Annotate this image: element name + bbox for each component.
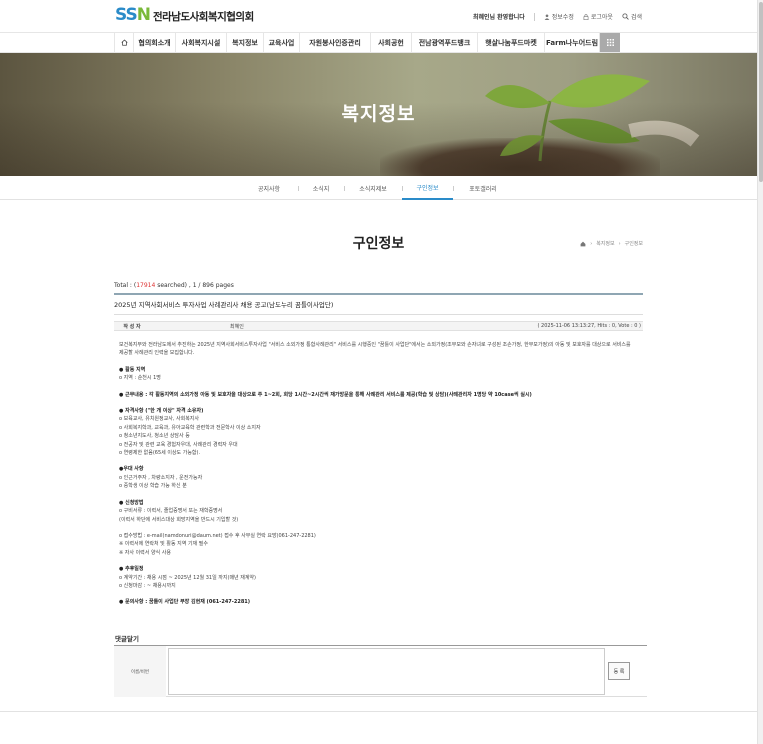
post-title: 2025년 지역사회서비스 투자사업 사례관리사 채용 공고(남도누리 꿈틀이사… bbox=[114, 295, 643, 315]
author-label: 작 성 자 bbox=[123, 323, 141, 330]
breadcrumb: › 복지정보 › 구인정보 bbox=[580, 240, 643, 247]
page-title: 구인정보 bbox=[352, 236, 405, 252]
grid-icon bbox=[606, 39, 614, 46]
post-info: ( 2025-11-06 13:13:27, Hits : 0, Vote : … bbox=[537, 323, 641, 329]
content-heading: ● 추후일정 bbox=[119, 566, 144, 573]
vertical-scrollbar[interactable] bbox=[757, 0, 763, 744]
nav-item-foodmarket[interactable]: 햇살나눔푸드마켓 bbox=[478, 33, 545, 52]
author-name: 최혜인 bbox=[230, 323, 244, 330]
content-line: ※ 자사 이력서 양식 사용 bbox=[119, 549, 171, 556]
post-content: 보건복지부와 전라남도에서 추진하는 2025년 지역사회서비스투자사업 "서비… bbox=[114, 331, 643, 607]
board-view: Total : (17914 searched) , 1 / 896 pages… bbox=[114, 282, 643, 607]
hero-banner: 복지정보 bbox=[0, 53, 757, 176]
scrollbar-thumb[interactable] bbox=[759, 2, 763, 182]
nav-item-facilities[interactable]: 사회복지시설 bbox=[176, 33, 227, 52]
breadcrumb-separator: › bbox=[618, 240, 621, 247]
content-line: o 보육교사, 유치원정교사, 사회복지사 bbox=[119, 416, 200, 423]
welcome-message: 최혜인님 환영합니다 bbox=[472, 14, 525, 21]
nav-item-csr[interactable]: 사회공헌 bbox=[371, 33, 412, 52]
divider bbox=[0, 711, 757, 712]
tab-notice[interactable]: 공지사항 bbox=[240, 176, 298, 200]
content-line: o 구비서류 : 이력서, 졸업증명서 또는 재학증명서 bbox=[119, 508, 223, 515]
content-heading: ● 신청방법 bbox=[119, 499, 144, 506]
tab-photo-gallery[interactable]: 포토갤러리 bbox=[453, 176, 513, 200]
logo-text: 전라남도사회복지협의회 bbox=[152, 11, 254, 23]
banner-title: 복지정보 bbox=[341, 103, 416, 125]
divider bbox=[533, 12, 535, 21]
content-heading: ● 근무내용 : 각 활동지역의 소외가정 아동 및 보호자을 대상으로 주 1… bbox=[119, 391, 532, 398]
nav-item-foodbank[interactable]: 전남광역푸드뱅크 bbox=[412, 33, 478, 52]
main-nav: 협의회소개 사회복지시설 복지정보 교육사업 자원봉사인증관리 사회공헌 전남광… bbox=[0, 32, 757, 53]
nav-item-education[interactable]: 교육사업 bbox=[264, 33, 300, 52]
logo-mark: SSN bbox=[115, 5, 151, 25]
tab-newsletter-report[interactable]: 소식지제보 bbox=[344, 176, 402, 200]
nav-item-volunteer[interactable]: 자원봉사인증관리 bbox=[300, 33, 371, 52]
content-line: o 접수방법 : e-mail(namdonuri@daum.net) 접수 후… bbox=[119, 532, 316, 539]
content-line: ※ 이력서에 연락처 및 활동 지역 기재 필수 bbox=[119, 541, 208, 548]
all-menu-button[interactable] bbox=[600, 33, 620, 52]
home-icon[interactable] bbox=[580, 241, 586, 247]
breadcrumb-separator: › bbox=[590, 240, 593, 247]
content-line: 제공할 사례관리 인력을 모집합니다. bbox=[119, 350, 195, 357]
content-heading: ●우대 사항 bbox=[119, 466, 144, 473]
comment-textarea[interactable] bbox=[168, 648, 605, 695]
content-line: 보건복지부와 전라남도에서 추진하는 2025년 지역사회서비스투자사업 "서비… bbox=[119, 342, 631, 348]
breadcrumb-item[interactable]: 구인정보 bbox=[625, 240, 643, 247]
edit-profile-link[interactable]: 정보수정 bbox=[544, 12, 574, 21]
content-line: (이력서 하단에 서비스대상 희망지역을 반드시 기입할 것) bbox=[119, 516, 239, 523]
utility-menu: 최혜인님 환영합니다 정보수정 로그아웃 검색 bbox=[473, 12, 642, 21]
content-line: o 사회복지학과, 교육과, 유아교육학 관련학과 전문학사 이상 소지자 bbox=[119, 424, 261, 431]
content-line: o 지역 : 순천시 1명 bbox=[119, 375, 161, 382]
nav-home[interactable] bbox=[114, 33, 134, 52]
site-header: SSN 전라남도사회복지협의회 최혜인님 환영합니다 정보수정 로그아웃 검색 bbox=[0, 0, 757, 32]
comment-name-label: 이름/비번 bbox=[114, 646, 166, 697]
content-line: o 신청마감 : ~ 채용시까지 bbox=[119, 582, 176, 589]
content-line: o 인근거주자 , 차량소지자 , 운전가능자 bbox=[119, 474, 203, 481]
comment-form: 이름/비번 등 록 bbox=[114, 645, 647, 697]
sub-nav: 공지사항 소식지 소식지제보 구인정보 포토갤러리 bbox=[0, 176, 757, 200]
comment-title: 댓글달기 bbox=[115, 635, 139, 643]
nav-item-farm[interactable]: Farm나누어드림 bbox=[545, 33, 600, 52]
breadcrumb-item[interactable]: 복지정보 bbox=[596, 240, 614, 247]
nav-item-about[interactable]: 협의회소개 bbox=[134, 33, 176, 52]
tab-jobs[interactable]: 구인정보 bbox=[402, 176, 453, 200]
lock-icon bbox=[583, 13, 589, 20]
post-meta: 작 성 자 최혜인 ( 2025-11-06 13:13:27, Hits : … bbox=[114, 321, 643, 331]
content-line: o 연령제한 없음(65세 이상도 가능함). bbox=[119, 450, 201, 457]
content-heading: ● 활동 지역 bbox=[119, 366, 146, 373]
site-logo[interactable]: SSN 전라남도사회복지협의회 bbox=[115, 6, 254, 24]
total-count: Total : (17914 searched) , 1 / 896 pages bbox=[114, 282, 234, 289]
search-link[interactable]: 검색 bbox=[622, 12, 642, 21]
content-line: o 중학생 이상 학습 가능 하신 분 bbox=[119, 483, 187, 490]
logout-link[interactable]: 로그아웃 bbox=[583, 12, 613, 21]
content-heading: ● 자격사항 ("한 개 이상" 자격 소유자) bbox=[119, 408, 204, 415]
person-icon bbox=[544, 13, 550, 20]
nav-item-welfare-info[interactable]: 복지정보 bbox=[227, 33, 264, 52]
comment-submit-button[interactable]: 등 록 bbox=[608, 662, 630, 680]
content-heading: ● 문의사항 : 꿈틀이 사업단 부장 김현재 (061-247-2281) bbox=[119, 599, 251, 606]
content-line: o 계약기간 : 채용 시점 ~ 2025년 12월 31일 까지(매년 재계약… bbox=[119, 574, 256, 581]
content-line: o 청소년지도사, 청소년 상담사 등 bbox=[119, 433, 190, 440]
search-icon bbox=[622, 13, 629, 20]
home-icon bbox=[120, 39, 128, 46]
tab-newsletter[interactable]: 소식지 bbox=[298, 176, 344, 200]
content-line: o 전공자 및 관련 교육 경험자우대, 사례관리 경력자 우대 bbox=[119, 441, 238, 448]
